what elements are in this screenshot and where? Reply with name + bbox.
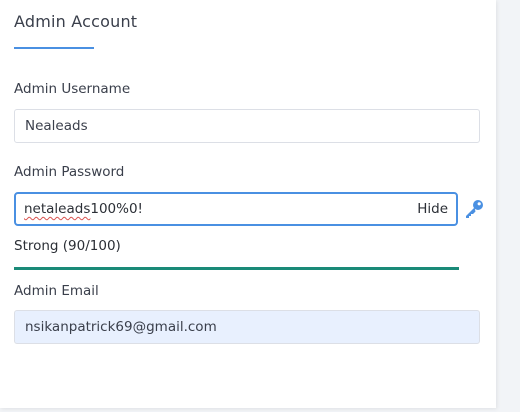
username-input[interactable]: Nealeads: [14, 109, 480, 143]
password-value-word: netaleads: [24, 201, 91, 217]
password-value: netaleads100%0!: [24, 201, 417, 217]
username-label: Admin Username: [14, 81, 131, 97]
password-input[interactable]: netaleads100%0! Hide: [14, 192, 458, 226]
password-strength-text: Strong (90/100): [14, 238, 121, 254]
email-label: Admin Email: [14, 283, 99, 299]
password-strength-fill: [14, 267, 459, 270]
key-icon[interactable]: [463, 199, 485, 219]
password-label: Admin Password: [14, 164, 125, 180]
section-title: Admin Account: [14, 12, 138, 31]
email-input[interactable]: nsikanpatrick69@gmail.com: [14, 310, 480, 344]
email-value: nsikanpatrick69@gmail.com: [25, 319, 217, 335]
password-value-rest: 100%0!: [90, 201, 143, 217]
admin-account-panel: Admin Account Admin Username Nealeads Ad…: [0, 0, 496, 408]
title-underline: [14, 47, 94, 49]
password-strength-bar: [14, 267, 459, 270]
hide-password-toggle[interactable]: Hide: [417, 201, 448, 217]
username-value: Nealeads: [25, 118, 88, 134]
